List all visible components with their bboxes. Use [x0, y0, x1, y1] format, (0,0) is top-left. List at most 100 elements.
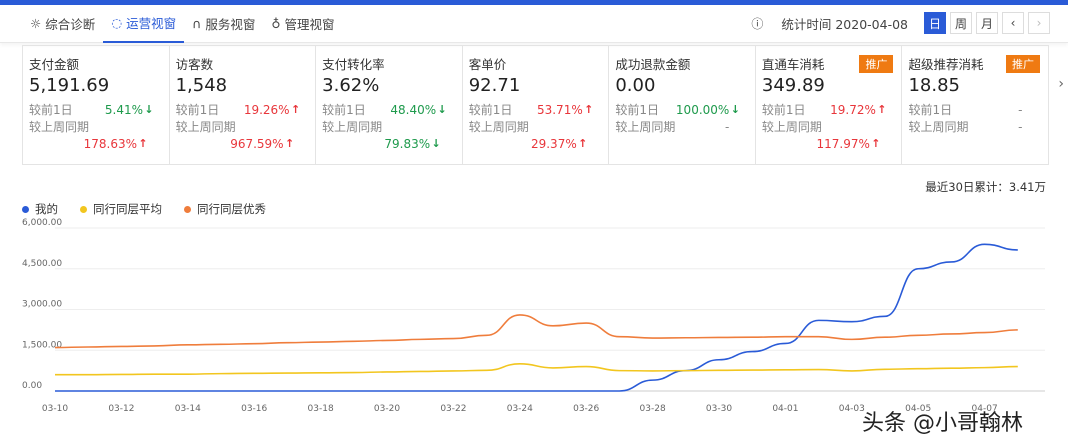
metric-title: 成功退款金额 — [615, 57, 691, 72]
person-icon: ♁ — [271, 16, 281, 31]
tab-management[interactable]: ♁ 管理视窗 — [263, 5, 342, 43]
y-tick-label: 6,000.00 — [22, 218, 62, 228]
arrow-up-icon: ↑ — [284, 137, 295, 150]
x-tick-label: 03-10 — [42, 404, 68, 414]
metric-title: 支付金额 — [29, 57, 80, 72]
metric-value: 349.89 — [761, 75, 825, 96]
prev-week-change: 178.63% — [83, 136, 137, 151]
prev-week-label: 较上周同期 — [908, 120, 969, 134]
prev-week-change: 29.37% — [530, 136, 577, 151]
metric-card[interactable]: 客单价 92.71 较前1日 53.71% ↑ 较上周同期 29.37% ↑ — [463, 46, 610, 164]
tab-operations[interactable]: ◌ 运营视窗 — [103, 5, 185, 43]
arrow-up-icon: ↑ — [877, 103, 887, 116]
x-tick-label: 03-14 — [175, 404, 201, 414]
x-tick-label: 03-26 — [573, 404, 599, 414]
info-icon[interactable]: ⓘ — [751, 15, 763, 32]
metric-card[interactable]: 成功退款金额 0.00 较前1日 100.00% ↓ 较上周同期 - — [609, 46, 756, 164]
period-month-button[interactable]: 月 — [976, 12, 998, 34]
tab-service[interactable]: ∩ 服务视窗 — [184, 5, 263, 43]
prev-week-change: 117.97% — [816, 136, 870, 151]
bulb-icon: ☼ — [30, 16, 42, 31]
arrow-up-icon: ↑ — [138, 137, 148, 150]
y-tick-label: 0.00 — [22, 381, 42, 391]
prev-week-label: 较上周同期 — [175, 120, 236, 134]
x-tick-label: 03-24 — [507, 404, 533, 414]
x-tick-label: 03-18 — [308, 404, 334, 414]
legend-label: 同行同层平均 — [93, 202, 162, 216]
prev-day-change: 48.40% — [390, 102, 437, 117]
arrow-down-icon: ↓ — [144, 103, 154, 116]
y-tick-label: 1,500.00 — [22, 340, 62, 350]
next-date-button[interactable]: › — [1028, 12, 1050, 34]
x-tick-label: 03-28 — [640, 404, 666, 414]
arrow-down-icon: ↓ — [437, 103, 447, 116]
x-tick-label: 03-16 — [241, 404, 267, 414]
prev-day-label: 较前1日 — [615, 103, 659, 117]
prev-day-change: 19.26% — [243, 102, 290, 117]
prev-day-label: 较前1日 — [908, 103, 953, 117]
metric-value: 3.62% — [322, 75, 380, 96]
prev-day-change: 53.71% — [536, 102, 583, 117]
metric-title: 支付转化率 — [322, 57, 385, 72]
x-tick-label: 04-03 — [839, 404, 865, 414]
legend-dot-icon — [22, 206, 29, 213]
metric-card[interactable]: 直通车消耗 349.89 较前1日 19.72% ↑ 较上周同期 117.97% ↑ … — [756, 46, 903, 164]
legend-label: 我的 — [35, 202, 58, 216]
series-line-1 — [55, 363, 1018, 376]
prev-date-button[interactable]: ‹ — [1002, 12, 1024, 34]
watermark: 头条 @小哥翰林 — [862, 411, 1023, 436]
view-nav: ☼ 综合诊断 ◌ 运营视窗 ∩ 服务视窗 ♁ 管理视窗 ⓘ 统计时间 2020-04-0… — [0, 5, 1068, 43]
legend-label: 同行同层优秀 — [197, 202, 266, 216]
x-tick-label: 03-22 — [440, 404, 466, 414]
metric-cards: 支付金额 5,191.69 较前1日 5.41% ↓ 较上周同期 178.63% ↑ … — [22, 45, 1049, 165]
prev-day-label: 较前1日 — [322, 103, 366, 117]
period-week-button[interactable]: 周 — [950, 12, 972, 34]
metric-value: 5,191.69 — [29, 75, 110, 96]
arrow-up-icon: ↑ — [290, 103, 301, 116]
y-tick-label: 4,500.00 — [22, 259, 62, 269]
prev-week-change: 967.59% — [230, 136, 284, 151]
legend-dot-icon — [184, 206, 191, 213]
prev-day-label: 较前1日 — [175, 103, 220, 117]
x-tick-label: 03-20 — [374, 404, 400, 414]
arrow-up-icon: ↑ — [871, 137, 881, 150]
metric-title: 访客数 — [175, 57, 214, 72]
prev-week-label: 较上周同期 — [29, 120, 90, 134]
refresh-icon: ◌ — [111, 15, 123, 30]
arrow-down-icon: ↓ — [730, 103, 740, 116]
series-line-2 — [54, 314, 1018, 349]
x-tick-label: 03-30 — [706, 404, 732, 414]
tab-overview[interactable]: ☼ 综合诊断 — [22, 5, 103, 43]
arrow-down-icon: ↓ — [431, 137, 441, 150]
period-day-button[interactable]: 日 — [924, 12, 946, 34]
metric-card[interactable]: 超级推荐消耗 18.85 较前1日 - 较上周同期 - 推广 — [902, 46, 1048, 164]
prev-day-change: 19.72% — [830, 102, 876, 117]
cards-next-arrow-icon[interactable]: › — [1058, 76, 1064, 92]
metric-card[interactable]: 访客数 1,548 较前1日 19.26% ↑ 较上周同期 967.59% ↑ — [170, 46, 317, 164]
legend-dot-icon — [80, 206, 87, 213]
prev-day-label: 较前1日 — [29, 103, 73, 117]
metric-card[interactable]: 支付金额 5,191.69 较前1日 5.41% ↓ 较上周同期 178.63% ↑ — [23, 46, 170, 164]
metric-value: 1,548 — [175, 75, 228, 96]
prev-day-label: 较前1日 — [468, 103, 513, 117]
thirty-day-total: 最近30日累计：3.41万 — [925, 180, 1046, 194]
prev-day-change: - — [1018, 102, 1023, 117]
prev-week-change: - — [1018, 119, 1023, 134]
prev-day-change: 100.00% — [675, 102, 730, 117]
prev-week-label: 较上周同期 — [615, 120, 676, 134]
trend-chart: 0.00 1,500.00 3,000.00 4,500.00 6,000.00 03-1… — [22, 218, 1045, 414]
prev-week-change: 79.83% — [384, 136, 431, 151]
metric-value: 18.85 — [908, 75, 960, 96]
promo-badge: 推广 — [859, 55, 894, 73]
x-tick-label: 03-12 — [108, 404, 134, 414]
stat-time: 统计时间 2020-04-08 — [781, 16, 908, 32]
arrow-up-icon: ↑ — [578, 137, 588, 150]
metric-title: 客单价 — [468, 57, 507, 72]
metric-value: 92.71 — [468, 75, 521, 96]
prev-week-label: 较上周同期 — [322, 120, 383, 134]
promo-badge: 推广 — [1006, 55, 1041, 73]
metric-card[interactable]: 支付转化率 3.62% 较前1日 48.40% ↓ 较上周同期 79.83% ↓ — [316, 46, 463, 164]
metric-value: 0.00 — [615, 75, 656, 96]
headset-icon: ∩ — [192, 16, 202, 31]
prev-day-change: 5.41% — [104, 102, 143, 117]
